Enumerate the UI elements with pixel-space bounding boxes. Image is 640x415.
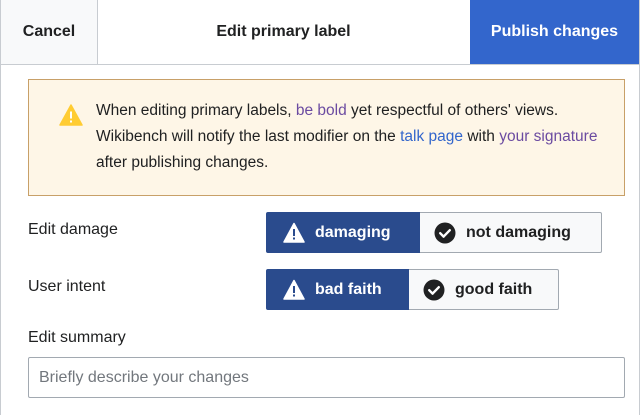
notice-text: When editing primary labels, be bold yet…	[96, 98, 606, 176]
cancel-button[interactable]: Cancel	[1, 0, 98, 64]
bad-faith-option[interactable]: bad faith	[266, 269, 409, 310]
notice-text-part: When editing primary labels,	[96, 102, 296, 119]
damaging-option[interactable]: damaging	[266, 212, 420, 253]
dialog-title: Edit primary label	[216, 23, 351, 40]
checkmark-icon	[423, 279, 445, 300]
edit-summary-label: Edit summary	[28, 329, 126, 346]
warning-icon	[59, 104, 83, 126]
dialog-header: Cancel Edit primary label Publish change…	[1, 0, 639, 65]
publish-changes-button[interactable]: Publish changes	[470, 0, 639, 64]
damaging-label: damaging	[315, 223, 391, 241]
edit-primary-label-dialog: Cancel Edit primary label Publish change…	[0, 0, 640, 415]
notice-text-part: after publishing changes.	[96, 154, 269, 171]
user-intent-label: User intent	[28, 278, 106, 295]
not-damaging-option[interactable]: not damaging	[420, 212, 602, 253]
talk-page-link[interactable]: talk page	[400, 128, 463, 145]
checkmark-icon	[434, 222, 456, 243]
not-damaging-label: not damaging	[466, 223, 571, 241]
user-intent-toggle: bad faith good faith	[266, 269, 559, 310]
notice-text-part: with	[463, 128, 500, 145]
your-signature-link[interactable]: your signature	[499, 128, 597, 145]
bad-faith-label: bad faith	[315, 280, 382, 298]
edit-damage-label: Edit damage	[28, 221, 118, 238]
be-bold-link[interactable]: be bold	[296, 102, 347, 119]
warning-notice: When editing primary labels, be bold yet…	[28, 79, 625, 196]
warning-icon	[283, 279, 305, 300]
good-faith-option[interactable]: good faith	[409, 269, 559, 310]
good-faith-label: good faith	[455, 280, 533, 298]
warning-icon	[283, 222, 305, 243]
edit-summary-input[interactable]	[28, 357, 625, 398]
edit-damage-toggle: damaging not damaging	[266, 212, 602, 253]
